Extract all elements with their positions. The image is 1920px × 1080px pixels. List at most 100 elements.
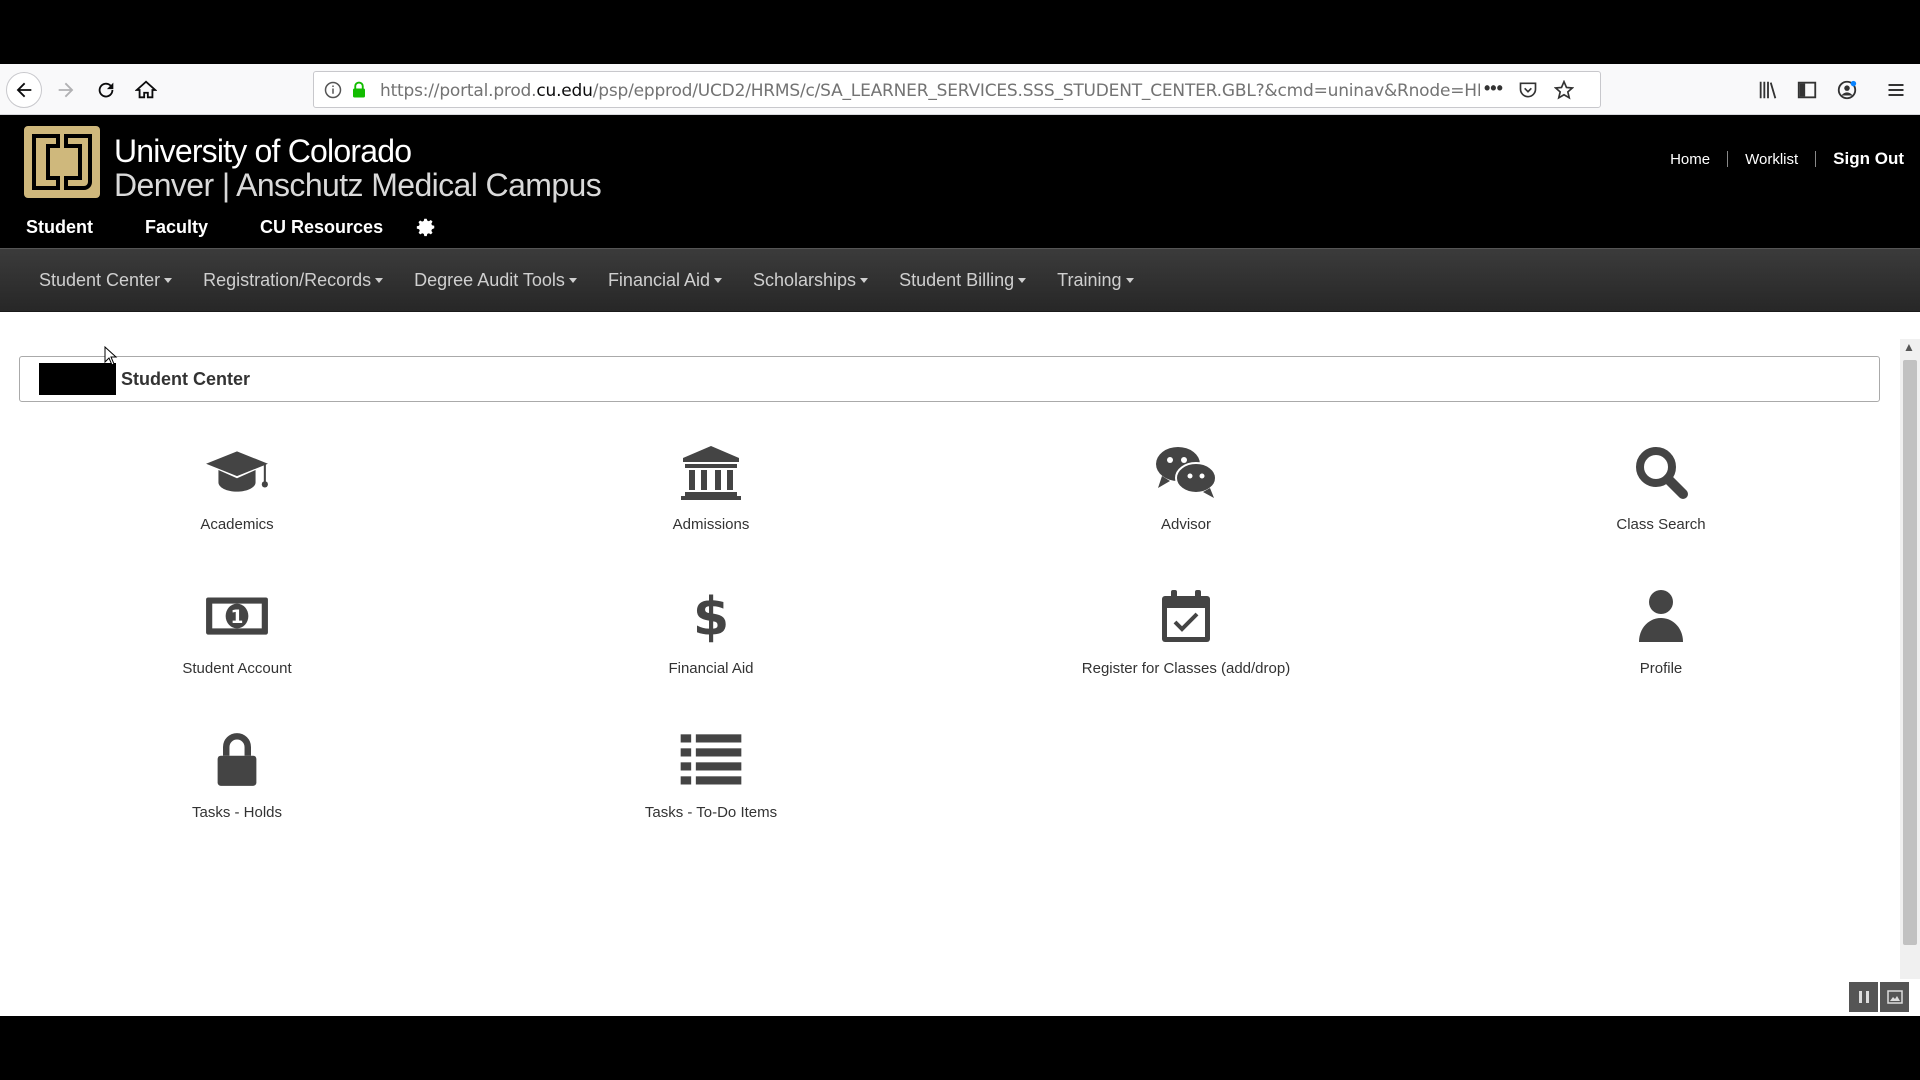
top-links: Home Worklist Sign Out bbox=[1670, 149, 1904, 169]
url-path: /psp/epprod/UCD2/HRMS/c/SA_LEARNER_SERVI… bbox=[592, 81, 1480, 101]
library-button[interactable] bbox=[1752, 72, 1784, 108]
pause-button[interactable] bbox=[1849, 982, 1878, 1012]
tile-advisor[interactable]: Advisor bbox=[1036, 442, 1336, 533]
divider bbox=[1727, 151, 1729, 167]
hamburger-icon bbox=[1888, 83, 1904, 97]
list-icon bbox=[680, 734, 742, 785]
picture-icon bbox=[1886, 990, 1903, 1004]
institution-icon bbox=[681, 446, 741, 500]
menu-label: Registration/Records bbox=[203, 269, 372, 290]
menu-button[interactable] bbox=[1880, 72, 1912, 108]
scroll-up-arrow-icon[interactable]: ▲ bbox=[1903, 340, 1915, 354]
home-button[interactable] bbox=[128, 72, 164, 108]
tab-faculty[interactable]: Faculty bbox=[145, 217, 208, 238]
menu-training[interactable]: Training bbox=[1057, 269, 1134, 291]
graduation-cap-icon bbox=[206, 451, 268, 492]
padlock-icon bbox=[353, 81, 365, 98]
url-host: cu.edu bbox=[536, 81, 593, 101]
worklist-link[interactable]: Worklist bbox=[1745, 151, 1798, 168]
caret-down-icon bbox=[568, 277, 577, 283]
url-prefix: https://portal.prod. bbox=[380, 81, 537, 101]
mouse-cursor-icon bbox=[104, 346, 118, 366]
search-icon bbox=[1636, 447, 1688, 499]
pause-icon bbox=[1858, 991, 1869, 1003]
caret-down-icon bbox=[860, 277, 869, 283]
page-actions-icon[interactable]: ••• bbox=[1484, 78, 1503, 99]
cu-logo-icon bbox=[24, 126, 100, 198]
menu-financial-aid[interactable]: Financial Aid bbox=[608, 270, 722, 291]
tile-label: Advisor bbox=[1160, 516, 1212, 533]
main-menu-bar: Student Center Registration/Records Degr… bbox=[0, 248, 1920, 312]
tab-student[interactable]: Student bbox=[26, 217, 93, 238]
lock-icon bbox=[217, 733, 257, 786]
menu-label: Scholarships bbox=[753, 269, 857, 290]
back-button[interactable] bbox=[6, 72, 42, 108]
menu-registration-records[interactable]: Registration/Records bbox=[203, 269, 384, 291]
reload-button[interactable] bbox=[88, 72, 124, 108]
tile-label: Academics bbox=[200, 516, 274, 533]
money-bill-icon: 1 bbox=[206, 597, 268, 635]
browser-toolbar: https://portal.prod.cu.edu/psp/epprod/UC… bbox=[0, 64, 1920, 115]
menu-degree-audit-tools[interactable]: Degree Audit Tools bbox=[414, 270, 577, 291]
tile-academics[interactable]: Academics bbox=[87, 442, 387, 533]
tile-class-search[interactable]: Class Search bbox=[1511, 442, 1811, 533]
tile-label: Student Account bbox=[182, 660, 292, 677]
tile-label: Financial Aid bbox=[668, 660, 754, 677]
tile-tasks-holds[interactable]: Tasks - Holds bbox=[87, 730, 387, 821]
tile-register-classes[interactable]: Register for Classes (add/drop) bbox=[1036, 586, 1336, 677]
tile-label: Profile bbox=[1639, 660, 1683, 677]
menu-label: Training bbox=[1057, 269, 1122, 290]
redacted-name bbox=[39, 363, 116, 395]
tile-profile[interactable]: Profile bbox=[1511, 586, 1811, 677]
calendar-check-icon bbox=[1162, 590, 1210, 642]
tile-student-account[interactable]: 1 Student Account bbox=[87, 586, 387, 677]
library-icon bbox=[1759, 81, 1777, 99]
tile-financial-aid[interactable]: $ Financial Aid bbox=[561, 586, 861, 677]
back-arrow-icon bbox=[16, 82, 32, 98]
picture-button[interactable] bbox=[1880, 982, 1909, 1012]
tab-cu-resources[interactable]: CU Resources bbox=[260, 217, 383, 238]
caret-down-icon bbox=[375, 277, 384, 283]
menu-student-center[interactable]: Student Center bbox=[39, 269, 173, 291]
menu-label: Student Center bbox=[39, 269, 161, 290]
brand-name: University of Colorado bbox=[114, 133, 412, 169]
tile-admissions[interactable]: Admissions bbox=[561, 442, 861, 533]
screen: https://portal.prod.cu.edu/psp/epprod/UC… bbox=[0, 0, 1920, 1080]
account-button[interactable] bbox=[1831, 72, 1863, 108]
tile-label: Tasks - To-Do Items bbox=[644, 804, 778, 821]
sign-out-link[interactable]: Sign Out bbox=[1833, 149, 1904, 169]
forward-button[interactable] bbox=[48, 72, 84, 108]
tile-label: Tasks - Holds bbox=[191, 804, 283, 821]
site-header: University of Colorado Denver | Anschutz… bbox=[0, 115, 1920, 248]
tile-tasks-todo[interactable]: Tasks - To-Do Items bbox=[561, 730, 861, 821]
menu-scholarships[interactable]: Scholarships bbox=[753, 269, 869, 291]
info-icon bbox=[324, 81, 342, 99]
menu-label: Financial Aid bbox=[607, 269, 710, 290]
svg-text:1: 1 bbox=[231, 607, 244, 628]
dollar-icon: $ bbox=[693, 588, 729, 644]
home-link[interactable]: Home bbox=[1670, 151, 1710, 168]
url-bar[interactable]: https://portal.prod.cu.edu/psp/epprod/UC… bbox=[313, 71, 1601, 108]
caret-down-icon bbox=[164, 277, 173, 283]
sidebar-button[interactable] bbox=[1791, 72, 1823, 108]
content-area: Student Center Academics Admissions Advi… bbox=[0, 312, 1920, 1016]
home-icon bbox=[135, 80, 157, 99]
menu-student-billing[interactable]: Student Billing bbox=[899, 270, 1027, 291]
chat-bubbles-icon bbox=[1156, 447, 1217, 498]
url-text[interactable]: https://portal.prod.cu.edu/psp/epprod/UC… bbox=[380, 81, 1480, 101]
gear-icon[interactable] bbox=[415, 216, 437, 238]
media-controls bbox=[1849, 982, 1911, 1012]
sidebar-icon bbox=[1797, 81, 1817, 99]
pocket-icon[interactable] bbox=[1518, 80, 1538, 100]
account-icon bbox=[1837, 80, 1857, 100]
caret-down-icon bbox=[714, 277, 722, 283]
menu-label: Degree Audit Tools bbox=[414, 269, 565, 290]
bookmark-star-icon[interactable] bbox=[1554, 80, 1574, 100]
page-title: Student Center bbox=[121, 369, 251, 389]
divider bbox=[1815, 151, 1817, 167]
cu-logo[interactable] bbox=[22, 122, 102, 202]
tile-label: Admissions bbox=[672, 516, 750, 533]
tile-label: Class Search bbox=[1616, 516, 1706, 533]
scrollbar-thumb[interactable] bbox=[1903, 360, 1917, 945]
forward-arrow-icon bbox=[58, 82, 74, 98]
